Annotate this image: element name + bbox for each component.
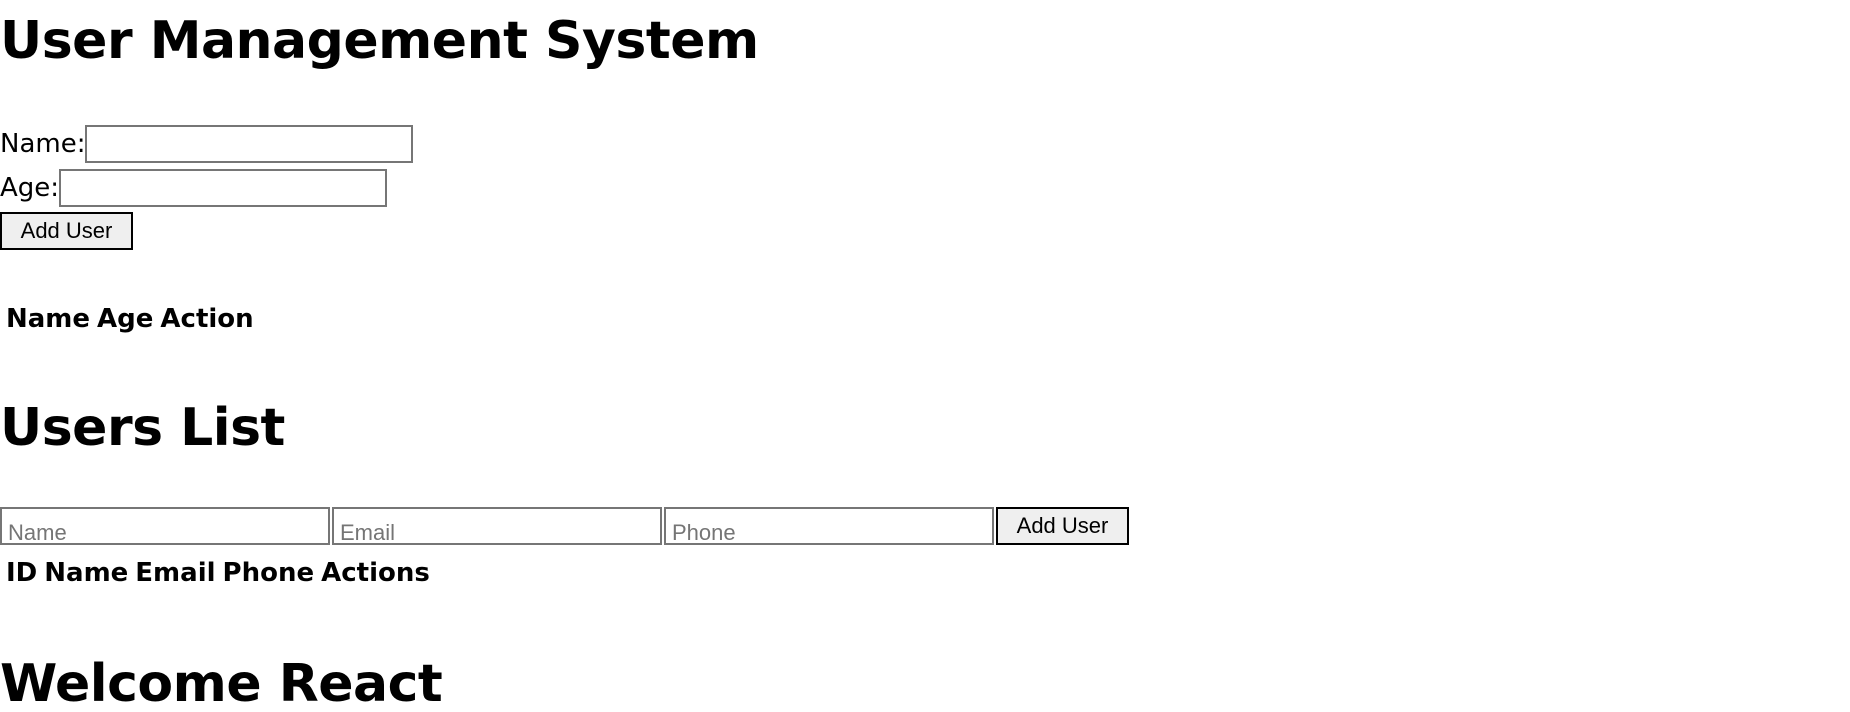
column-header-name: Name	[44, 558, 129, 588]
users-email-input[interactable]	[332, 507, 662, 545]
users-phone-input[interactable]	[664, 507, 994, 545]
welcome-title: Welcome React	[0, 654, 443, 712]
add-user-button[interactable]: Add User	[0, 212, 133, 250]
users-name-input[interactable]	[0, 507, 330, 545]
users-list-form: Add User	[0, 507, 1129, 545]
page-title: User Management System	[0, 11, 759, 71]
column-header-email: Email	[135, 558, 216, 588]
age-input[interactable]	[59, 169, 388, 207]
users-list-table-header: ID Name Email Phone Actions	[6, 560, 437, 586]
name-label: Name:	[0, 129, 86, 159]
user-table-header: Name Age Action	[6, 306, 261, 332]
name-input[interactable]	[85, 125, 414, 163]
column-header-phone: Phone	[222, 558, 315, 588]
column-header-actions: Actions	[321, 558, 430, 588]
column-header-id: ID	[6, 558, 38, 588]
age-label: Age:	[0, 173, 60, 203]
users-list-title: Users List	[0, 398, 285, 458]
column-header-action: Action	[160, 304, 254, 334]
users-add-user-button[interactable]: Add User	[996, 507, 1129, 545]
age-row: Age:	[0, 169, 388, 207]
name-row: Name:	[0, 125, 414, 163]
column-header-age: Age	[97, 304, 154, 334]
column-header-name: Name	[6, 304, 91, 334]
page: User Management System Name: Age: Add Us…	[0, 0, 1850, 712]
